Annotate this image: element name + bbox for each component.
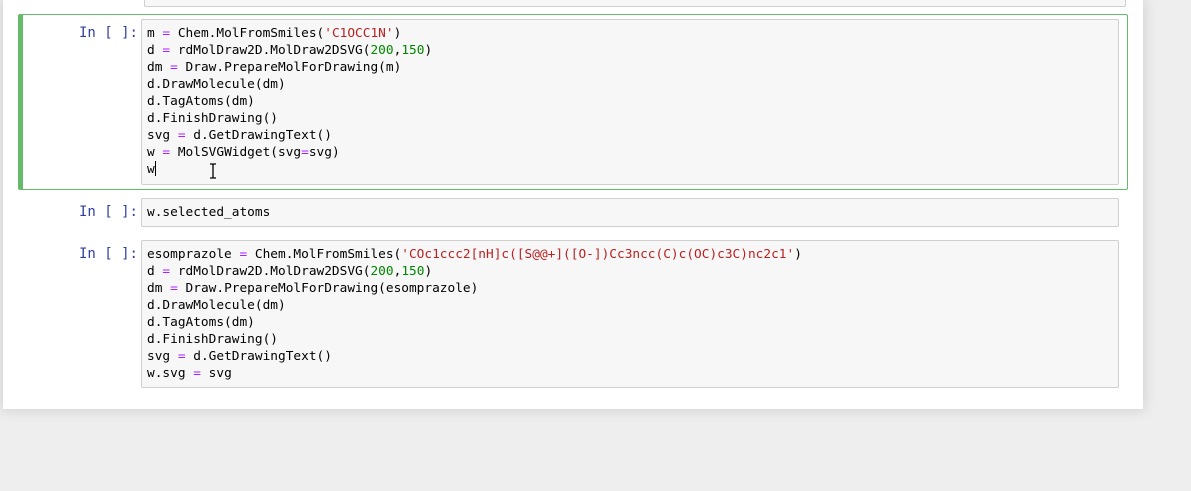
code-line[interactable]: w = MolSVGWidget(svg=svg) (147, 144, 1113, 161)
code-lines: m = Chem.MolFromSmiles('C1OCC1N') d = rdM… (147, 25, 1113, 178)
code-line[interactable]: w.selected_atoms (147, 204, 1113, 221)
code-token: d.DrawMolecule(dm) (147, 298, 286, 313)
code-token: rdMolDraw2D.MolDraw2DSVG( (170, 43, 371, 58)
cell-prompt: In [ ]: (78, 246, 138, 262)
code-token: = (239, 247, 248, 262)
code-token: Draw.PrepareMolForDrawing(m) (177, 60, 402, 75)
code-lines: w.selected_atoms (147, 204, 1113, 221)
code-token: d (147, 43, 163, 58)
code-token: 150 (401, 264, 425, 279)
code-token: Chem.MolFromSmiles( (247, 247, 402, 262)
code-token: m (147, 26, 163, 41)
code-token: = (170, 281, 178, 296)
code-input-area[interactable]: w.selected_atoms (141, 198, 1119, 227)
previous-cell-input-edge[interactable] (144, 0, 1126, 7)
code-line[interactable]: d = rdMolDraw2D.MolDraw2DSVG(200,150) (147, 263, 1113, 280)
text-caret (154, 161, 156, 176)
code-token: = (162, 43, 171, 58)
code-token: Chem.MolFromSmiles( (170, 26, 325, 41)
code-line[interactable]: d.TagAtoms(dm) (147, 314, 1113, 331)
code-token: svg (147, 128, 178, 143)
code-token: w.selected_atoms (147, 205, 271, 220)
code-token: d.TagAtoms(dm) (147, 315, 255, 330)
code-token: d.FinishDrawing() (147, 111, 278, 126)
code-token: d.GetDrawingText() (185, 349, 332, 364)
cell-prompt: In [ ]: (78, 25, 138, 41)
code-token: ) (424, 264, 433, 279)
code-line[interactable]: w.svg = svg (147, 365, 1113, 382)
code-line[interactable]: d.FinishDrawing() (147, 110, 1113, 127)
code-token: 200 (370, 43, 394, 58)
code-line[interactable]: svg = d.GetDrawingText() (147, 127, 1113, 144)
code-line[interactable]: d = rdMolDraw2D.MolDraw2DSVG(200,150) (147, 42, 1113, 59)
code-token: svg) (308, 145, 340, 160)
code-token: rdMolDraw2D.MolDraw2DSVG( (170, 264, 371, 279)
code-line[interactable]: svg = d.GetDrawingText() (147, 348, 1113, 365)
code-line[interactable]: d.FinishDrawing() (147, 331, 1113, 348)
code-token: dm (147, 60, 171, 75)
code-line[interactable]: m = Chem.MolFromSmiles('C1OCC1N') (147, 25, 1113, 42)
code-input-area[interactable]: m = Chem.MolFromSmiles('C1OCC1N') d = rdM… (141, 19, 1119, 185)
code-token: d.DrawMolecule(dm) (147, 77, 286, 92)
code-token: = (170, 60, 178, 75)
code-token: w (147, 162, 155, 177)
code-token: = (162, 145, 171, 160)
code-line[interactable]: w (147, 161, 1113, 178)
code-token: d.GetDrawingText() (185, 128, 332, 143)
code-line[interactable]: dm = Draw.PrepareMolForDrawing(esomprazo… (147, 280, 1113, 297)
code-line[interactable]: esomprazole = Chem.MolFromSmiles('COc1cc… (147, 246, 1113, 263)
code-line[interactable]: d.DrawMolecule(dm) (147, 297, 1113, 314)
code-token: 'C1OCC1N' (324, 26, 394, 41)
code-token: d.FinishDrawing() (147, 332, 278, 347)
code-token: MolSVGWidget(svg (170, 145, 302, 160)
code-token: Draw.PrepareMolForDrawing(esomprazole) (177, 281, 479, 296)
code-token: esomprazole (147, 247, 240, 262)
code-token: dm (147, 281, 171, 296)
code-token: = (301, 145, 309, 160)
code-token: w.svg (147, 366, 194, 381)
code-line[interactable]: d.TagAtoms(dm) (147, 93, 1113, 110)
code-token: 150 (401, 43, 425, 58)
code-token: svg (147, 349, 178, 364)
code-token: ) (424, 43, 433, 58)
code-token: svg (200, 366, 232, 381)
code-line[interactable]: dm = Draw.PrepareMolForDrawing(m) (147, 59, 1113, 76)
code-token: ) (393, 26, 402, 41)
code-token: = (162, 264, 171, 279)
code-token: = (177, 349, 186, 364)
code-token: d (147, 264, 163, 279)
code-token: d.TagAtoms(dm) (147, 94, 255, 109)
code-token: 200 (370, 264, 394, 279)
code-input-area[interactable]: esomprazole = Chem.MolFromSmiles('COc1cc… (141, 240, 1119, 388)
code-token: 'COc1ccc2[nH]c([S@@+]([O-])Cc3ncc(C)c(OC… (401, 247, 795, 262)
code-token: = (193, 366, 201, 381)
code-token: = (177, 128, 186, 143)
cell-prompt: In [ ]: (78, 204, 138, 220)
code-token: ) (794, 247, 802, 262)
text-cursor-ibeam-icon (210, 163, 216, 179)
code-lines: esomprazole = Chem.MolFromSmiles('COc1cc… (147, 246, 1113, 382)
code-token: = (162, 26, 171, 41)
code-line[interactable]: d.DrawMolecule(dm) (147, 76, 1113, 93)
code-token: w (147, 145, 163, 160)
